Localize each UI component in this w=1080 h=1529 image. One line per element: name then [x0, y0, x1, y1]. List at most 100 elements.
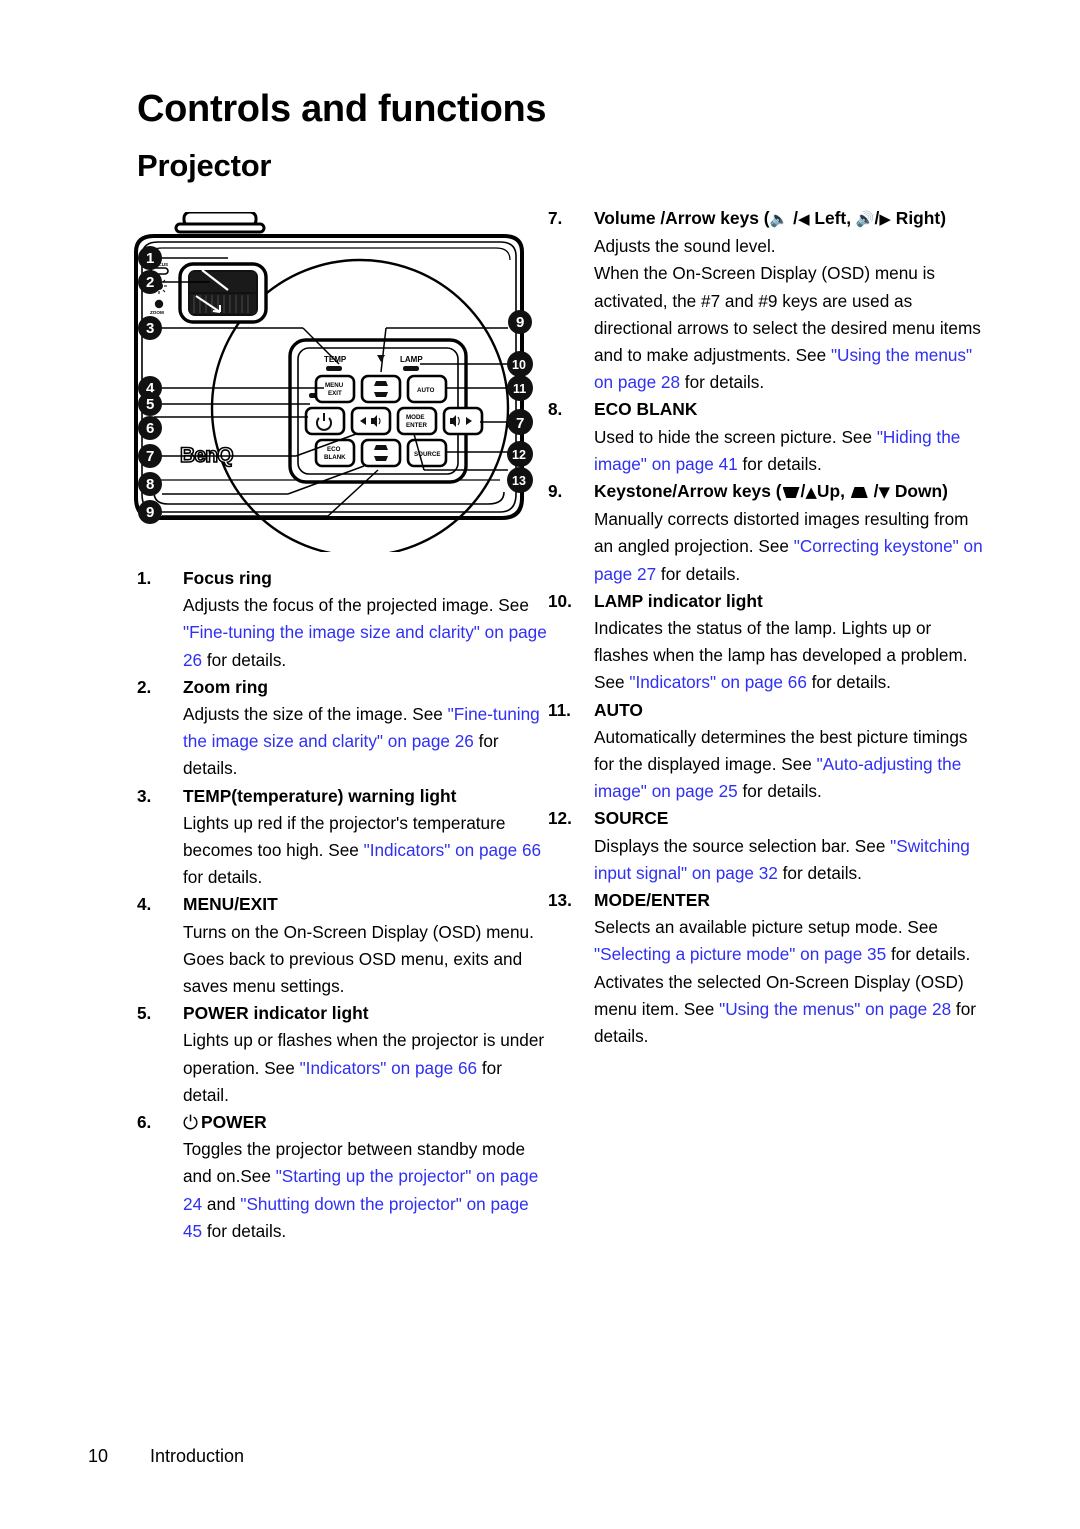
description-text: for details. [202, 649, 287, 670]
entry-body: ECO BLANK Used to hide the screen picture… [594, 396, 988, 478]
cross-reference-link[interactable]: "Indicators" on page 66 [364, 840, 542, 860]
description-text: Selects an available picture setup mode.… [594, 917, 938, 938]
page-footer: 10 Introduction [88, 1446, 244, 1467]
numbered-entry: 8. ECO BLANK Used to hide the screen pictu… [548, 396, 988, 478]
button-keystone-down[interactable] [360, 438, 402, 468]
callout-badge-left-8: 8 [138, 472, 162, 496]
entry-body: TEMP(temperature) warning light Lights up… [183, 783, 549, 892]
speaker-high-icon: 🔊 [855, 210, 875, 228]
keystone-up-glyph-2 [374, 445, 388, 450]
term-label: Zoom ring [183, 676, 269, 697]
entry-number: 5. [137, 1003, 152, 1024]
callout-badge-left-9: 9 [138, 500, 162, 524]
cross-reference-link[interactable]: "Using the menus" on page 28 [719, 999, 951, 1019]
entry-body: AUTO Automatically determines the best pi… [594, 697, 988, 806]
up-arrow-icon: ▲ [805, 483, 817, 502]
svg-text:11: 11 [513, 382, 526, 396]
numbered-entry: 11. AUTO Automatically determines the best… [548, 697, 988, 806]
svg-text:8: 8 [146, 476, 154, 493]
svg-text:6: 6 [146, 420, 154, 437]
entry-number: 3. [137, 785, 152, 806]
keystone-up-glyph [374, 381, 388, 386]
entry-term: AUTO [594, 697, 988, 724]
entry-body: POWER indicator light Lights up or flashe… [183, 1000, 549, 1109]
term-text: Left, [809, 208, 856, 228]
entry-description: Selects an available picture setup mode.… [594, 914, 988, 968]
entry-term: ⏻ POWER [183, 1109, 549, 1136]
numbered-entry: 10. LAMP indicator light Indicates the sta… [548, 588, 988, 697]
footer-page-number: 10 [88, 1446, 109, 1466]
description-text: Used to hide the screen picture. See [594, 426, 877, 447]
entry-description: Displays the source selection bar. See "… [594, 833, 988, 887]
svg-text:9: 9 [516, 314, 524, 331]
button-eco-blank[interactable]: ECO BLANK [314, 438, 356, 468]
term-label: AUTO [594, 699, 643, 720]
keystone-down-glyph-2 [374, 456, 388, 461]
keystone-down-glyph [374, 392, 388, 397]
entry-body: Volume /Arrow keys (🔈 /◀ Left, 🔊/▶ Right… [594, 205, 988, 396]
callout-badge-right-13: 13 [507, 467, 533, 493]
svg-text:7: 7 [516, 415, 524, 432]
svg-text:2: 2 [146, 274, 154, 291]
svg-text:7: 7 [146, 448, 154, 465]
cross-reference-link[interactable]: "Selecting a picture mode" on page 35 [594, 944, 886, 964]
entry-body: ⏻ POWER Toggles the projector between stan… [183, 1109, 549, 1245]
entry-description: Used to hide the screen picture. See "Hi… [594, 424, 988, 478]
entry-description: Turns on the On-Screen Display (OSD) men… [183, 919, 549, 1001]
entry-number: 9. [548, 481, 563, 502]
lens-barrel-icon [174, 212, 266, 234]
callout-badge-left-5: 5 [138, 392, 162, 416]
entry-body: LAMP indicator light Indicates the status… [594, 588, 988, 697]
description-text: Adjusts the focus of the projected image… [183, 595, 499, 616]
button-menu-exit-label-1: MENU [325, 382, 344, 389]
callout-badge-left-7: 7 [138, 444, 162, 468]
button-menu-exit[interactable]: MENU EXIT [314, 374, 356, 404]
cross-reference-link[interactable]: "Indicators" on page 66 [300, 1058, 478, 1078]
button-source[interactable]: SOURCE [406, 438, 448, 468]
callout-badge-right-10: 10 [507, 351, 533, 377]
term-text: / [868, 481, 879, 502]
button-auto[interactable]: AUTO [406, 374, 448, 404]
callout-badge-left-2: 2 [138, 270, 162, 294]
callout-badge-left-1: 1 [138, 246, 162, 270]
entry-description: Adjusts the sound level. [594, 233, 988, 260]
button-volume-right[interactable] [442, 406, 484, 436]
lamp-led [403, 366, 419, 371]
button-mode-enter[interactable]: MODE ENTER [396, 406, 438, 436]
entry-body: SOURCE Displays the source selection bar.… [594, 805, 988, 887]
entry-body: MODE/ENTER Selects an available picture s… [594, 887, 988, 1050]
entry-description: Activates the selected On-Screen Display… [594, 969, 988, 1051]
numbered-entry: 7. Volume /Arrow keys (🔈 /◀ Left, 🔊/▶ Rig… [548, 205, 988, 396]
entry-description: Manually corrects distorted images resul… [594, 506, 988, 588]
numbered-entry: 1. Focus ring Adjusts the focus of the pro… [137, 565, 549, 674]
svg-text:9: 9 [146, 504, 154, 521]
description-text: for details. [202, 1220, 287, 1241]
right-text-column: 7. Volume /Arrow keys (🔈 /◀ Left, 🔊/▶ Rig… [548, 205, 988, 1050]
entry-body: Focus ring Adjusts the focus of the proje… [183, 565, 549, 674]
svg-text:3: 3 [146, 320, 154, 337]
button-source-label: SOURCE [414, 451, 440, 458]
entry-number: 13. [548, 890, 572, 911]
keystone-down-icon [782, 487, 800, 499]
button-auto-label: AUTO [417, 387, 435, 394]
description-text: and [202, 1193, 241, 1214]
button-mode-enter-label-2: ENTER [406, 422, 428, 429]
left-text-column: 1. Focus ring Adjusts the focus of the pro… [137, 565, 549, 1245]
entry-description: Adjusts the size of the image. See "Fine… [183, 701, 549, 783]
lamp-indicator-label: LAMP [400, 355, 423, 364]
entry-number: 8. [548, 399, 563, 420]
button-power[interactable] [304, 406, 346, 436]
lens-rings [178, 262, 268, 324]
description-text: Adjusts the sound level. [594, 236, 776, 257]
power-icon: ⏻ [183, 1112, 199, 1135]
button-volume-left[interactable] [350, 406, 392, 436]
entry-number: 12. [548, 808, 572, 829]
entry-term: SOURCE [594, 805, 988, 832]
cross-reference-link[interactable]: "Indicators" on page 66 [629, 672, 807, 692]
description-text: for details. [656, 563, 741, 584]
callout-badge-right-12: 12 [507, 441, 533, 467]
term-text: Right) [890, 208, 946, 228]
entry-term: Focus ring [183, 565, 549, 592]
button-keystone-up[interactable] [360, 374, 402, 404]
description-text: for details. [680, 372, 765, 393]
